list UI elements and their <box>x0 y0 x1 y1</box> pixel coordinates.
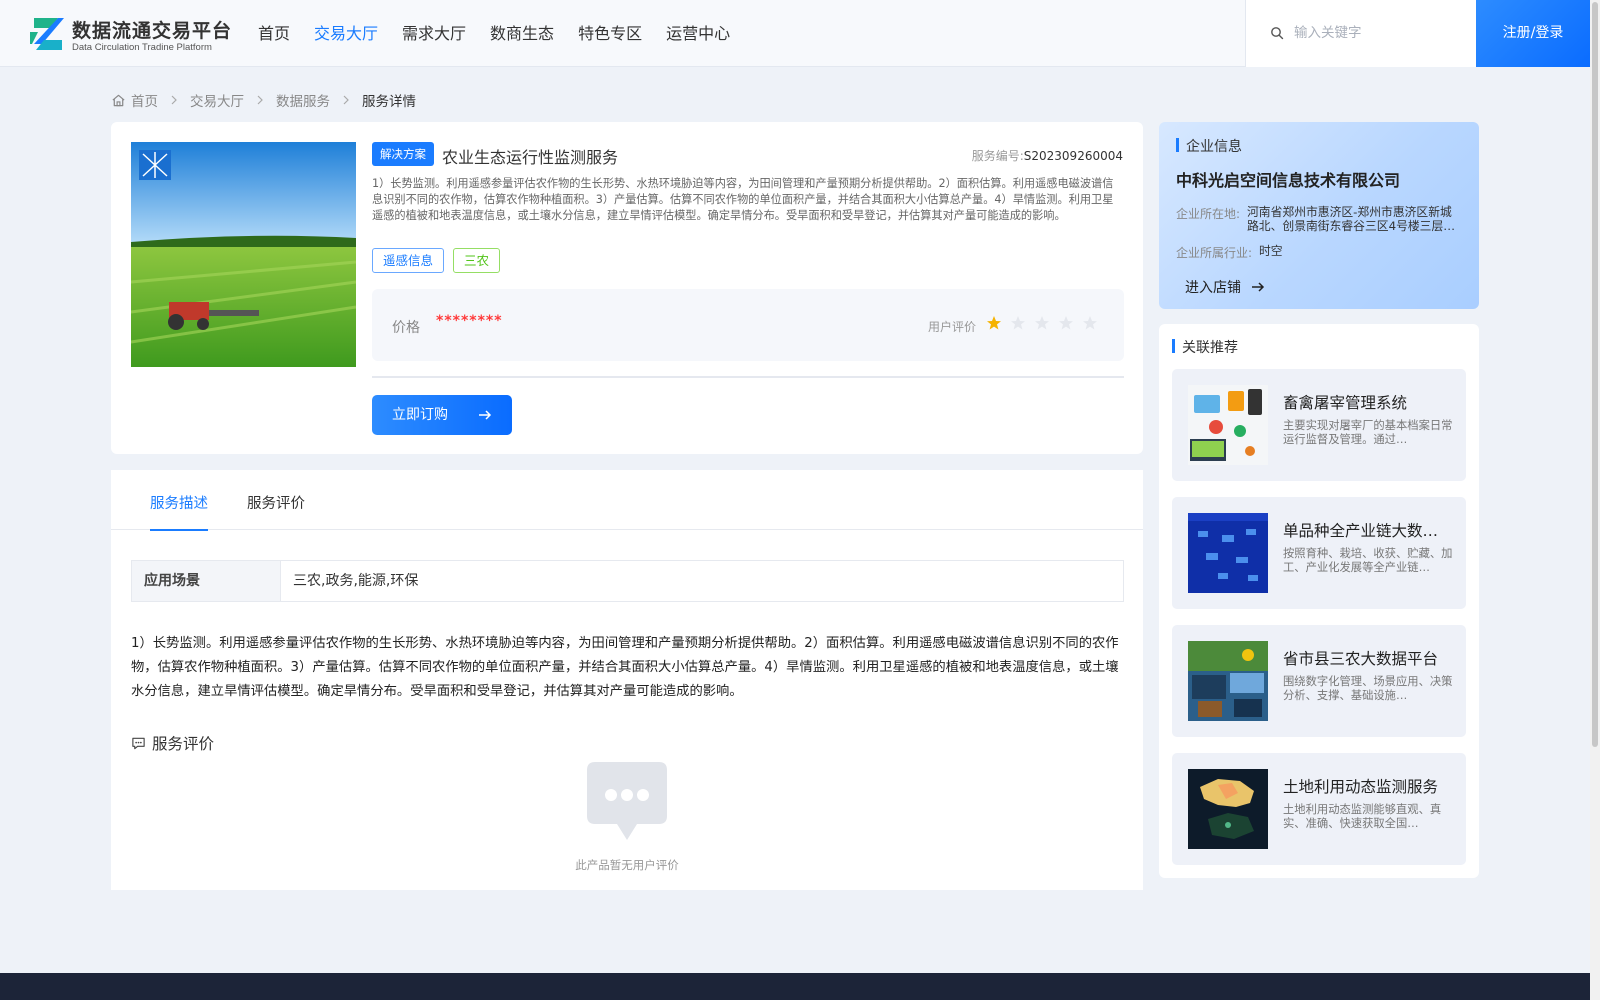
related-thumbnail <box>1188 385 1268 465</box>
logo-mark-icon <box>30 18 64 50</box>
main-nav: 首页 交易大厅 需求大厅 数商生态 特色专区 运营中心 <box>258 0 754 67</box>
price-label: 价格 <box>392 320 420 336</box>
home-icon <box>112 94 125 106</box>
product-tags: 遥感信息 三农 <box>372 248 509 273</box>
search-icon[interactable] <box>1270 26 1284 40</box>
breadcrumb-data-service[interactable]: 数据服务 <box>276 90 330 110</box>
company-location: 河南省郑州市惠济区-郑州市惠济区新城路北、创景南街东睿谷三区4号楼三层… <box>1247 205 1456 233</box>
related-item[interactable]: 土地利用动态监测服务 土地利用动态监测能够直观、真实、准确、快速获取全国… <box>1172 753 1466 865</box>
nav-demand-hall[interactable]: 需求大厅 <box>402 0 466 67</box>
product-photo <box>131 142 356 367</box>
nav-home[interactable]: 首页 <box>258 0 290 67</box>
search-input[interactable] <box>1294 20 1464 46</box>
company-industry-label: 企业所属行业: <box>1176 246 1253 260</box>
related-thumbnail <box>1188 641 1268 721</box>
user-rating-label: 用户评价 <box>928 320 977 334</box>
related-item[interactable]: 单品种全产业链大数… 按照育种、栽培、收获、贮藏、加工、产业化发展等全产业链… <box>1172 497 1466 609</box>
company-info-card: 企业信息 中科光启空间信息技术有限公司 企业所在地: 河南省郑州市惠济区-郑州市… <box>1159 122 1479 309</box>
enter-shop-label: 进入店铺 <box>1185 280 1241 296</box>
service-code-value: S202309260004 <box>1023 149 1123 163</box>
detail-tabs: 服务描述 服务评价 <box>111 470 1143 531</box>
scenario-key: 应用场景 <box>132 561 281 601</box>
tag-agriculture[interactable]: 三农 <box>453 248 501 273</box>
nav-trading-hall[interactable]: 交易大厅 <box>314 0 378 67</box>
scenario-table: 应用场景 三农,政务,能源,环保 <box>131 560 1124 602</box>
star-empty-icon <box>1011 316 1025 330</box>
chevron-right-icon <box>343 95 349 105</box>
related-recommendations: 关联推荐 畜禽屠宰管理系统 主要实现对屠宰厂的基本档案日常运行监督及管理。通过… <box>1159 324 1479 878</box>
empty-comment-icon <box>587 762 667 840</box>
top-header: 数据流通交易平台 Data Circulation Tradine Platfo… <box>0 0 1590 67</box>
order-now-button[interactable]: 立即订购 <box>372 395 512 435</box>
related-desc: 主要实现对屠宰厂的基本档案日常运行监督及管理。通过… <box>1283 419 1453 446</box>
nav-ecosystem[interactable]: 数商生态 <box>490 0 554 67</box>
rating-stars <box>986 315 1106 331</box>
reviews-heading: 服务评价 <box>131 732 214 754</box>
product-summary-card: 解决方案 农业生态运行性监测服务 服务编号:S202309260004 1）长势… <box>111 122 1143 454</box>
related-desc: 土地利用动态监测能够直观、真实、准确、快速获取全国… <box>1283 803 1442 830</box>
product-image <box>131 142 356 367</box>
related-section-title: 关联推荐 <box>1172 337 1238 357</box>
service-description-text: 1）长势监测。利用遥感参量评估农作物的生长形势、水热环境胁迫等内容，为田间管理和… <box>131 636 1119 699</box>
service-code-label: 服务编号: <box>971 149 1024 163</box>
service-code: 服务编号:S202309260004 <box>972 147 1123 164</box>
star-filled-icon <box>987 316 1001 330</box>
search-box <box>1245 0 1476 67</box>
product-summary-text: 1）长势监测。利用遥感参量评估农作物的生长形势、水热环境胁迫等内容，为田间管理和… <box>372 177 1114 222</box>
related-item[interactable]: 省市县三农大数据平台 围绕数字化管理、场景应用、决策分析、支撑、基础设施… <box>1172 625 1466 737</box>
related-thumbnail <box>1188 769 1268 849</box>
reviews-heading-label: 服务评价 <box>152 735 215 753</box>
tag-remote-sensing[interactable]: 遥感信息 <box>372 248 445 273</box>
tab-service-description[interactable]: 服务描述 <box>150 470 208 531</box>
breadcrumb-current: 服务详情 <box>362 94 416 110</box>
related-desc: 围绕数字化管理、场景应用、决策分析、支撑、基础设施… <box>1283 675 1453 702</box>
star-empty-icon <box>1035 316 1049 330</box>
chevron-right-icon <box>257 95 263 105</box>
related-item[interactable]: 畜禽屠宰管理系统 主要实现对屠宰厂的基本档案日常运行监督及管理。通过… <box>1172 369 1466 481</box>
scenario-value: 三农,政务,能源,环保 <box>293 573 419 589</box>
order-now-label: 立即订购 <box>392 407 448 423</box>
company-name: 中科光启空间信息技术有限公司 <box>1176 171 1401 190</box>
related-title: 土地利用动态监测服务 <box>1283 778 1439 796</box>
nav-featured-zone[interactable]: 特色专区 <box>578 0 642 67</box>
platform-logo[interactable]: 数据流通交易平台 Data Circulation Tradine Platfo… <box>28 14 231 54</box>
arrow-right-icon <box>479 410 492 420</box>
arrow-right-icon <box>1252 282 1265 292</box>
page-scrollbar[interactable] <box>1590 0 1600 1000</box>
breadcrumb-home[interactable]: 首页 <box>131 90 158 110</box>
breadcrumb-trading-hall[interactable]: 交易大厅 <box>190 90 244 110</box>
related-desc: 按照育种、栽培、收获、贮藏、加工、产业化发展等全产业链… <box>1283 547 1453 574</box>
tab-service-reviews[interactable]: 服务评价 <box>247 470 305 530</box>
enter-shop-link[interactable]: 进入店铺 <box>1185 277 1265 297</box>
star-empty-icon <box>1083 316 1097 330</box>
company-location-label: 企业所在地: <box>1176 207 1241 221</box>
divider <box>372 376 1124 378</box>
scrollbar-thumb[interactable] <box>1592 2 1598 747</box>
no-reviews-text: 此产品暂无用户评价 <box>575 858 679 872</box>
related-title: 畜禽屠宰管理系统 <box>1283 394 1408 412</box>
solution-badge: 解决方案 <box>372 142 434 166</box>
related-title: 单品种全产业链大数… <box>1283 522 1439 540</box>
related-thumbnail <box>1188 513 1268 593</box>
logo-title: 数据流通交易平台 <box>72 20 233 42</box>
star-empty-icon <box>1059 316 1073 330</box>
nav-operation-center[interactable]: 运营中心 <box>666 0 730 67</box>
company-industry: 时空 <box>1259 244 1283 258</box>
related-title: 省市县三农大数据平台 <box>1283 650 1439 668</box>
company-section-title: 企业信息 <box>1176 136 1242 156</box>
price-value: ******** <box>436 313 503 329</box>
comment-icon <box>132 737 145 749</box>
logo-subtitle: Data Circulation Tradine Platform <box>72 42 212 53</box>
page-footer <box>0 973 1590 1000</box>
product-title: 农业生态运行性监测服务 <box>442 148 619 167</box>
price-panel: 价格 ******** 用户评价 <box>372 289 1124 361</box>
chevron-right-icon <box>171 95 177 105</box>
register-login-button[interactable]: 注册/登录 <box>1476 0 1590 67</box>
breadcrumb: 首页 交易大厅 数据服务 服务详情 <box>111 88 416 112</box>
service-detail-card: 服务描述 服务评价 应用场景 三农,政务,能源,环保 1）长势监测。利用遥感参量… <box>111 470 1143 890</box>
